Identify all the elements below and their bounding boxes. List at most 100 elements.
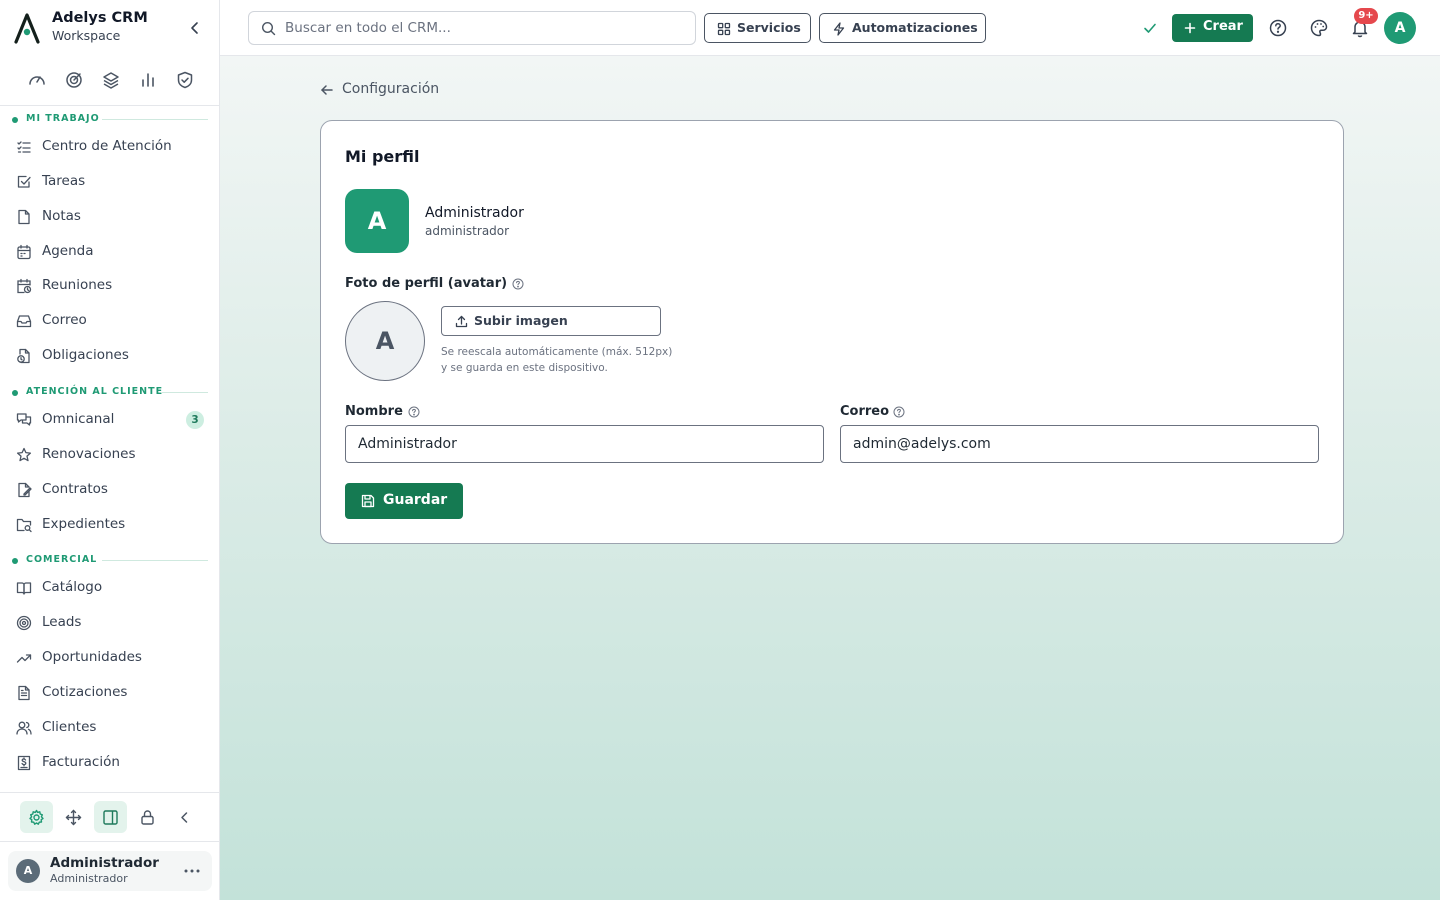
sidebar-item-label: Renovaciones <box>42 446 136 462</box>
sidebar-item-catalogo[interactable]: Catálogo <box>8 572 212 604</box>
sidebar-item-contratos[interactable]: Contratos <box>8 474 212 506</box>
settings-button[interactable] <box>20 801 53 833</box>
automations-button[interactable]: Automatizaciones <box>819 13 986 43</box>
gauge-icon[interactable] <box>27 70 47 90</box>
section-line <box>102 560 208 561</box>
section-dot <box>12 558 18 564</box>
user-name: Administrador <box>50 855 159 871</box>
sidebar-item-label: Expedientes <box>42 516 126 532</box>
folder-search-icon <box>16 518 32 533</box>
more-options-icon[interactable] <box>180 863 204 879</box>
sidebar-item-facturacion[interactable]: Facturación <box>8 747 212 779</box>
name-field[interactable] <box>345 425 824 463</box>
palette-icon[interactable] <box>1309 18 1329 38</box>
global-search[interactable] <box>248 11 696 45</box>
move-button[interactable] <box>57 801 90 833</box>
layers-icon[interactable] <box>101 70 121 90</box>
services-button[interactable]: Servicios <box>704 13 811 43</box>
lock-button[interactable] <box>131 801 164 833</box>
section-dot <box>12 117 18 123</box>
sidebar-item-correo[interactable]: Correo <box>8 305 212 337</box>
email-field[interactable] <box>840 425 1319 463</box>
collapse-sidebar-icon[interactable] <box>186 19 204 37</box>
unread-count-badge: 3 <box>186 411 204 429</box>
section-line <box>102 119 208 120</box>
upload-icon <box>455 315 468 328</box>
section-header-comercial: COMERCIAL <box>0 554 220 568</box>
sidebar-item-label: Contratos <box>42 481 108 497</box>
shield-check-icon[interactable] <box>175 70 195 90</box>
create-button[interactable]: Crear <box>1172 14 1253 42</box>
email-field-label: Correo <box>840 404 890 419</box>
search-icon <box>261 21 276 36</box>
brand-title: Adelys CRM <box>52 10 148 26</box>
sidebar-item-clientes[interactable]: Clientes <box>8 712 212 744</box>
sidebar-item-oportunidades[interactable]: Oportunidades <box>8 642 212 674</box>
sidebar-item-obligaciones[interactable]: Obligaciones <box>8 340 212 372</box>
section-label: MI TRABAJO <box>26 113 100 124</box>
file-icon <box>18 209 30 225</box>
sidebar-item-renovaciones[interactable]: Renovaciones <box>8 439 212 471</box>
sidebar-item-agenda[interactable]: Agenda <box>8 236 212 268</box>
section-dot <box>12 390 18 396</box>
sidebar: Adelys CRM Workspace MI TRABAJO Centro d… <box>0 0 220 900</box>
lock-icon <box>141 810 154 825</box>
automations-label: Automatizaciones <box>852 20 978 35</box>
page-title: Mi perfil <box>345 147 420 166</box>
help-icon[interactable] <box>1268 18 1288 38</box>
panel-toggle-button[interactable] <box>94 801 127 833</box>
profile-name: Administrador <box>425 205 524 221</box>
section-header-atencion-al-cliente: ATENCIÓN AL CLIENTE <box>0 386 220 400</box>
sidebar-item-centro-de-atencion[interactable]: Centro de Atención <box>8 131 212 163</box>
sidebar-item-omnicanal[interactable]: Omnicanal 3 <box>8 404 212 436</box>
upload-image-button[interactable]: Subir imagen <box>441 306 661 336</box>
save-icon <box>361 494 375 508</box>
collapse-button[interactable] <box>168 801 201 833</box>
inbox-icon <box>16 315 32 328</box>
messages-icon <box>16 413 32 426</box>
sidebar-item-tareas[interactable]: Tareas <box>8 166 212 198</box>
sidebar-divider <box>0 841 220 842</box>
top-bar: Servicios Automatizaciones Crear 9+ A <box>220 0 1440 56</box>
sidebar-item-cotizaciones[interactable]: Cotizaciones <box>8 677 212 709</box>
chevron-left-icon <box>181 812 188 823</box>
sidebar-item-label: Correo <box>42 312 87 328</box>
help-circle-icon[interactable] <box>408 406 420 418</box>
sidebar-item-leads[interactable]: Leads <box>8 607 212 639</box>
book-open-icon <box>16 582 32 595</box>
user-avatar-button[interactable]: A <box>1384 12 1416 44</box>
section-label: ATENCIÓN AL CLIENTE <box>26 386 164 397</box>
calendar-icon <box>17 244 31 260</box>
help-circle-icon[interactable] <box>893 406 905 418</box>
avatar: A <box>16 859 40 883</box>
save-button[interactable]: Guardar <box>345 483 463 519</box>
main-content: Configuración Mi perfil A Administrador … <box>220 56 1440 900</box>
sidebar-item-label: Clientes <box>42 719 97 735</box>
sidebar-item-label: Catálogo <box>42 579 103 595</box>
sidebar-item-label: Reuniones <box>42 277 113 293</box>
lightning-icon <box>833 22 845 36</box>
profile-avatar: A <box>345 189 409 253</box>
sidebar-item-label: Omnicanal <box>42 411 115 427</box>
bar-chart-icon[interactable] <box>138 70 158 90</box>
sidebar-item-notas[interactable]: Notas <box>8 201 212 233</box>
quick-access-bar <box>0 62 220 100</box>
receipt-icon <box>17 755 31 771</box>
search-input[interactable] <box>285 12 685 44</box>
name-field-label: Nombre <box>345 404 403 419</box>
star-icon <box>16 447 32 462</box>
current-user-card[interactable]: A Administrador Administrador <box>8 851 212 891</box>
grid-icon <box>717 22 731 36</box>
move-icon <box>65 809 82 826</box>
help-circle-icon[interactable] <box>512 278 524 290</box>
brand-logo-icon <box>14 13 40 44</box>
sidebar-item-label: Notas <box>42 208 81 224</box>
sidebar-item-expedientes[interactable]: Expedientes <box>8 509 212 541</box>
sidebar-item-reuniones[interactable]: Reuniones <box>8 270 212 302</box>
target-icon[interactable] <box>64 70 84 90</box>
upload-label: Subir imagen <box>474 313 568 328</box>
section-line <box>162 392 208 393</box>
trending-up-icon <box>16 654 32 663</box>
sidebar-item-label: Facturación <box>42 754 120 770</box>
sidebar-item-label: Agenda <box>42 243 94 259</box>
